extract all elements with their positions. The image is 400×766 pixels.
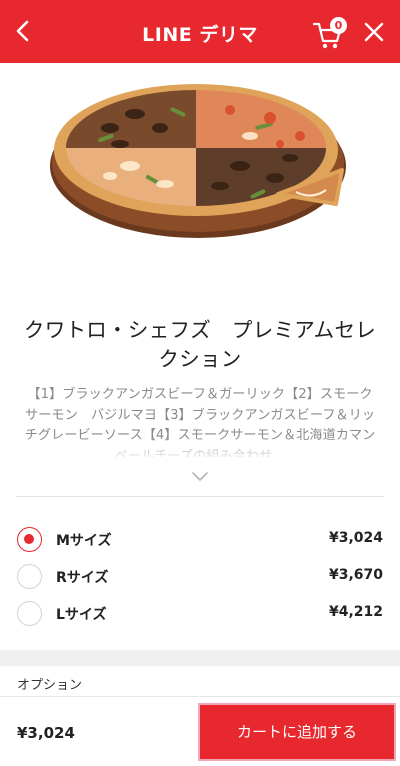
size-price: ¥3,670 [328,567,383,583]
total-price: ¥3,024 [17,724,75,742]
chevron-down-icon[interactable] [190,470,210,484]
size-name: Mサイズ [56,533,112,549]
product-title: クワトロ・シェフズ プレミアムセレクション [23,318,377,371]
close-icon [364,22,384,42]
product-detail-page: LINE デリマ 0 クワトロ・シェフズ プレミアムセレクション 【1】ブラック… [0,0,400,766]
bottom-action-bar: ¥3,024 カートに追加する [0,696,400,766]
size-name: Rサイズ [56,570,109,586]
size-radio-l[interactable] [17,601,42,626]
size-option-m[interactable]: Mサイズ ¥3,024 [0,521,400,557]
app-header: LINE デリマ 0 [0,0,400,63]
pizza-image [50,84,346,238]
size-radio-m[interactable] [17,527,42,552]
section-divider [16,496,384,497]
cart-count-badge: 0 [330,17,347,34]
size-price: ¥4,212 [328,604,383,620]
section-separator [0,650,400,666]
size-option-r[interactable]: Rサイズ ¥3,670 [0,558,400,594]
description-fade [0,436,400,460]
options-heading: オプション [17,678,83,693]
add-to-cart-button[interactable]: カートに追加する [198,703,396,761]
radio-selected-dot [24,534,34,544]
size-radio-r[interactable] [17,564,42,589]
size-name: Lサイズ [56,607,107,623]
size-option-l[interactable]: Lサイズ ¥4,212 [0,595,400,631]
close-button[interactable] [358,16,390,48]
cart-button[interactable]: 0 [312,14,352,52]
size-price: ¥3,024 [328,530,383,546]
